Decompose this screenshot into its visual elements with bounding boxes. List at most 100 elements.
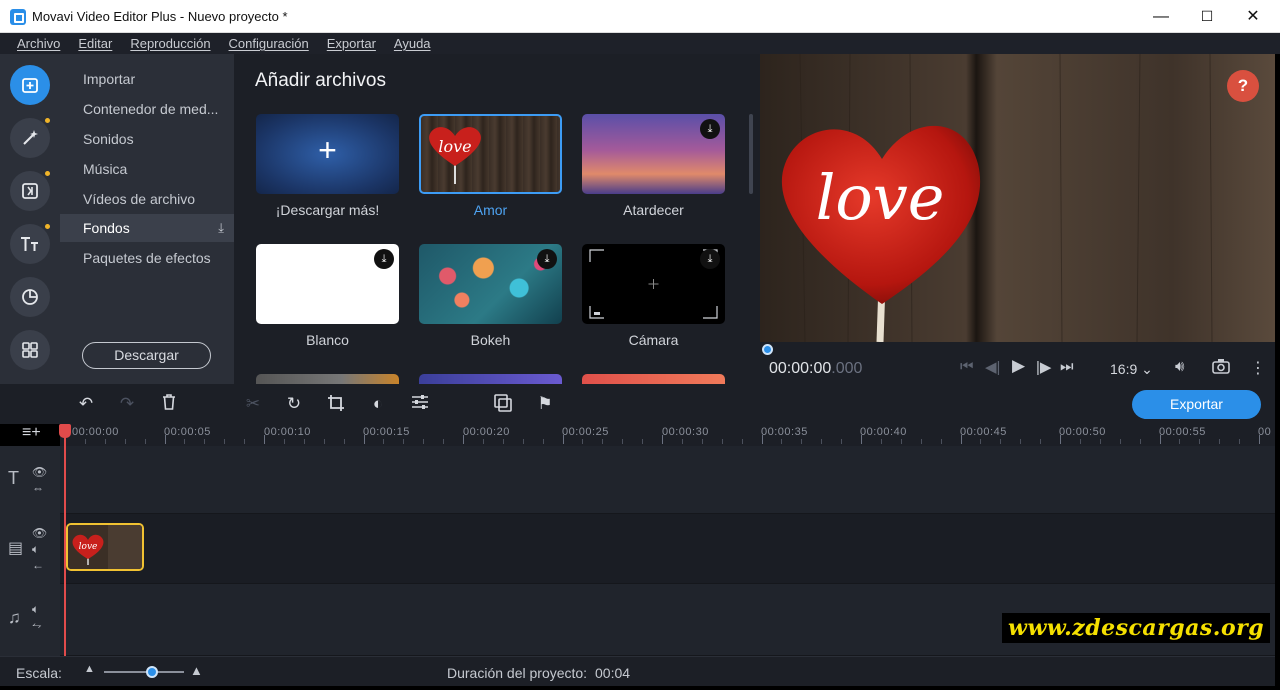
link-arrow-icon[interactable]: ←: [32, 558, 44, 572]
download-icon[interactable]: ⤓: [374, 249, 394, 269]
visibility-eye-icon[interactable]: 👁︎: [32, 465, 47, 479]
titles-icon[interactable]: [10, 224, 50, 264]
new-items-dot: [45, 171, 50, 176]
skip-end-icon[interactable]: ⏭: [1060, 358, 1074, 375]
category-contenedor[interactable]: Contenedor de med...: [60, 95, 234, 123]
tile-camara[interactable]: ⤓: [582, 244, 725, 324]
ruler-mark: [900, 439, 902, 444]
close-button[interactable]: ✕: [1230, 0, 1276, 33]
tile-amor[interactable]: love: [419, 114, 562, 194]
maximize-button[interactable]: ☐: [1184, 0, 1230, 33]
skip-start-icon[interactable]: ⏮: [960, 358, 974, 375]
ruler-mark: [303, 439, 305, 444]
magic-wand-icon[interactable]: [10, 118, 50, 158]
transitions-icon[interactable]: [10, 171, 50, 211]
tile-bokeh[interactable]: ⤓: [419, 244, 562, 324]
category-paquetes-efectos[interactable]: Paquetes de efectos: [60, 244, 234, 272]
tile-partial[interactable]: [256, 374, 399, 384]
ruler-mark: [741, 439, 743, 444]
volume-icon[interactable]: 🔈︎: [32, 602, 39, 617]
download-icon[interactable]: ⤓: [537, 249, 557, 269]
prev-frame-icon[interactable]: ◀|: [985, 358, 1000, 376]
tile-partial[interactable]: [419, 374, 562, 384]
category-sonidos[interactable]: Sonidos: [60, 125, 234, 153]
play-icon[interactable]: ▶: [1012, 356, 1025, 376]
ruler-mark: [383, 439, 385, 444]
timeline-ruler[interactable]: 00:00:00 00:00:05 00:00:10 00:00:15 00:0…: [60, 424, 1275, 446]
scale-slider-knob[interactable]: [146, 666, 158, 678]
stickers-icon[interactable]: [10, 277, 50, 317]
download-icon[interactable]: ⤓: [700, 119, 720, 139]
rotate-icon[interactable]: ↻: [284, 394, 304, 414]
scale-slider[interactable]: [104, 666, 184, 678]
app-icon: [10, 9, 26, 25]
undo-icon[interactable]: ↶: [76, 394, 96, 414]
tile-label: Atardecer: [623, 202, 684, 218]
snapshot-icon[interactable]: [1212, 358, 1230, 378]
video-track[interactable]: [60, 514, 1275, 584]
marker-flag-icon[interactable]: ⚑: [535, 394, 555, 414]
panel-scrollbar[interactable]: [749, 114, 753, 194]
transition-wizard-icon[interactable]: [493, 394, 513, 414]
color-adjust-icon[interactable]: ◐: [368, 394, 388, 414]
more-options-icon[interactable]: ⋮: [1250, 358, 1266, 378]
import-icon[interactable]: [10, 65, 50, 105]
volume-icon[interactable]: 🔈︎: [32, 542, 39, 557]
next-frame-icon[interactable]: |▶: [1036, 358, 1051, 376]
delete-icon[interactable]: [159, 394, 179, 414]
menu-exportar[interactable]: Exportar: [318, 33, 385, 54]
timeline-toolbar: ↶ ↷ ✂ ↻ ◐ ⚑ Exportar: [0, 384, 1275, 424]
ruler-mark: [562, 435, 564, 444]
tile-blanco[interactable]: ⤓: [256, 244, 399, 324]
zoom-out-icon[interactable]: ▲: [84, 663, 95, 675]
help-button[interactable]: ?: [1227, 70, 1259, 102]
more-tools-icon[interactable]: [10, 330, 50, 370]
ruler-mark: [622, 439, 624, 444]
video-clip[interactable]: love: [66, 523, 144, 571]
ruler-mark: [403, 439, 405, 444]
tile-atardecer[interactable]: ⤓: [582, 114, 725, 194]
category-importar[interactable]: Importar: [60, 65, 234, 93]
menu-ayuda[interactable]: Ayuda: [385, 33, 440, 54]
visibility-eye-icon[interactable]: 👁︎: [32, 526, 47, 540]
new-items-dot: [45, 118, 50, 123]
title-track[interactable]: [60, 446, 1275, 514]
add-track-icon[interactable]: ≡+: [22, 424, 41, 442]
ruler-mark: [502, 439, 504, 444]
tile-partial[interactable]: [582, 374, 725, 384]
link-icon[interactable]: ⇔: [32, 481, 44, 495]
position-slider-knob[interactable]: [762, 344, 773, 355]
ruler-mark: [1219, 439, 1221, 444]
preview-pane: love ? 00:00:00.000 ⏮ ◀| ▶ |▶ ⏭ 16:9 ⌄ 🔊…: [760, 54, 1275, 384]
ruler-mark: [244, 439, 246, 444]
tile-download-more[interactable]: +: [256, 114, 399, 194]
volume-icon[interactable]: 🔊︎: [1175, 358, 1184, 375]
download-icon[interactable]: ⤓: [700, 249, 720, 269]
category-videos-archivo[interactable]: Vídeos de archivo: [60, 185, 234, 213]
zoom-in-icon[interactable]: ▲: [190, 663, 203, 678]
ruler-mark: [841, 439, 843, 444]
menu-archivo[interactable]: Archivo: [8, 33, 69, 54]
menu-editar[interactable]: Editar: [69, 33, 121, 54]
playhead-handle[interactable]: [59, 424, 71, 438]
minimize-button[interactable]: —: [1138, 0, 1184, 33]
ruler-mark: [164, 435, 166, 444]
menu-configuracion[interactable]: Configuración: [220, 33, 318, 54]
category-fondos[interactable]: Fondos ⤓: [60, 214, 234, 242]
aspect-ratio-select[interactable]: 16:9 ⌄: [1110, 361, 1153, 378]
menu-reproduccion[interactable]: Reproducción: [121, 33, 219, 54]
ruler-tick: 00:00:05: [164, 426, 211, 438]
scale-label: Escala:: [16, 665, 62, 681]
unlink-icon[interactable]: ⥊: [32, 618, 42, 633]
clip-properties-icon[interactable]: [410, 394, 430, 414]
export-button[interactable]: Exportar: [1132, 390, 1261, 419]
crop-icon[interactable]: [326, 394, 346, 414]
cut-icon[interactable]: ✂: [243, 394, 263, 414]
ruler-mark: [224, 439, 226, 444]
category-musica[interactable]: Música: [60, 155, 234, 183]
window-title: Movavi Video Editor Plus - Nuevo proyect…: [32, 9, 288, 24]
panel-heading: Añadir archivos: [255, 70, 386, 91]
redo-icon[interactable]: ↷: [117, 394, 137, 414]
download-button[interactable]: Descargar: [82, 342, 211, 369]
ruler-mark: [880, 439, 882, 444]
